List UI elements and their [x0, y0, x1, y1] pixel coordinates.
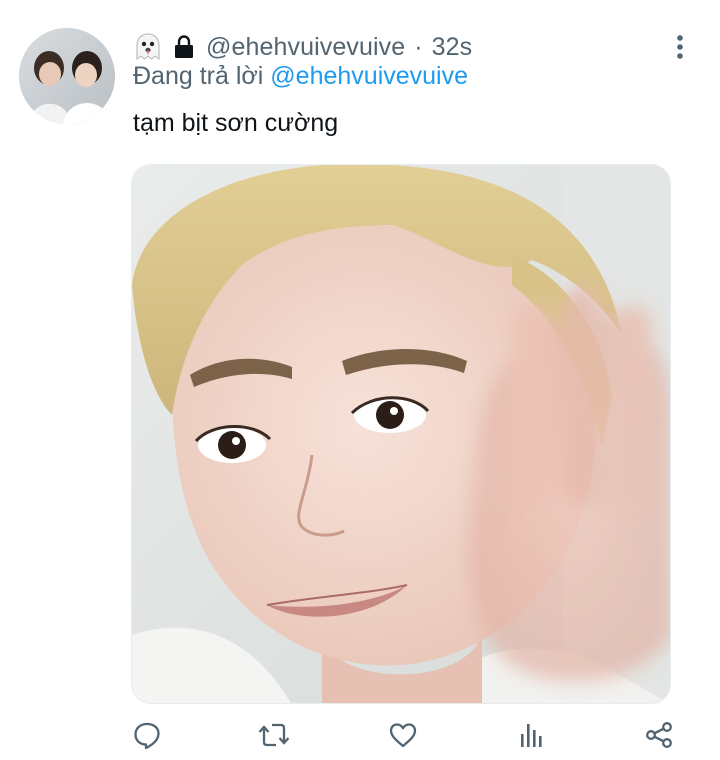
- avatar[interactable]: [19, 28, 115, 124]
- replying-to-link[interactable]: @ehehvuivevuive: [270, 62, 468, 90]
- separator-dot: ·: [414, 32, 423, 61]
- more-vertical-icon[interactable]: [667, 30, 693, 64]
- tweet-actions: [0, 716, 720, 754]
- tweet: @ehehvuivevuive · 32s Đang trả lời @eheh…: [0, 0, 720, 760]
- replying-to-line: Đang trả lời @ehehvuivevuive: [133, 62, 468, 91]
- ghost-emoji-icon: [133, 32, 163, 62]
- reply-icon[interactable]: [128, 716, 166, 754]
- author-handle[interactable]: @ehehvuivevuive: [206, 33, 405, 62]
- tweet-header: @ehehvuivevuive · 32s: [133, 30, 472, 64]
- retweet-icon[interactable]: [255, 716, 293, 754]
- tweet-text: tạm bịt sơn cường: [133, 109, 339, 137]
- replying-to-label: Đang trả lời: [133, 62, 264, 90]
- share-icon[interactable]: [640, 716, 678, 754]
- tweet-media-image[interactable]: [131, 164, 671, 704]
- heart-icon[interactable]: [384, 716, 422, 754]
- tweet-timestamp[interactable]: 32s: [432, 33, 473, 62]
- lock-icon: [172, 33, 196, 61]
- analytics-icon[interactable]: [512, 716, 550, 754]
